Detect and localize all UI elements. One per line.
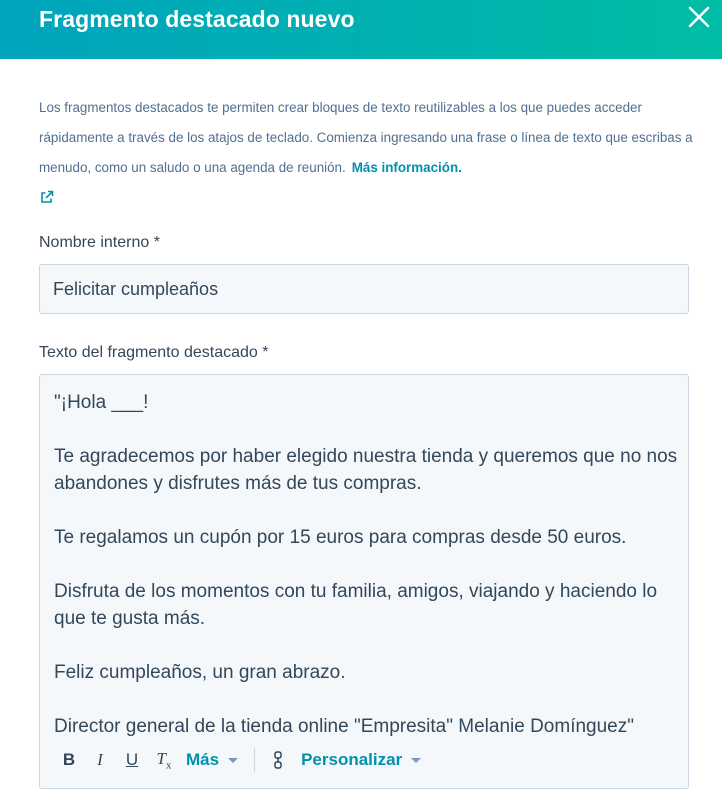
close-icon[interactable]: [684, 2, 714, 32]
internal-name-label: Nombre interno *: [39, 234, 160, 251]
internal-name-input[interactable]: [39, 264, 689, 314]
more-dropdown[interactable]: Más: [186, 750, 239, 770]
editor-paragraph: Te regalamos un cupón por 15 euros para …: [54, 527, 627, 548]
clear-format-icon: T: [156, 748, 166, 768]
underline-button[interactable]: U: [116, 750, 148, 770]
editor-paragraph: Disfruta de los momentos con tu familia,…: [54, 581, 658, 629]
clear-format-sub: x: [165, 759, 172, 772]
editor-paragraph: Director general de la tienda online "Em…: [54, 716, 634, 737]
bold-button[interactable]: B: [54, 750, 84, 770]
chevron-down-icon: [411, 757, 422, 763]
editor-paragraph: "¡Hola ___!: [54, 392, 149, 413]
italic-button[interactable]: I: [84, 750, 116, 770]
editor-paragraph: Te agradecemos por haber elegido nuestra…: [54, 446, 678, 494]
external-link-icon[interactable]: [39, 189, 55, 205]
intro-description: Los fragmentos destacados te permiten cr…: [39, 93, 694, 205]
dialog-title: Fragmento destacado nuevo: [39, 6, 355, 32]
snippet-icon[interactable]: [271, 751, 285, 769]
editor-paragraph: Feliz cumpleaños, un gran abrazo.: [54, 662, 346, 683]
snippet-text-label: Texto del fragmento destacado *: [39, 344, 269, 361]
snippet-text-content[interactable]: "¡Hola ___! Te agradecemos por haber ele…: [54, 389, 678, 740]
clear-format-button[interactable]: Tx: [148, 749, 180, 771]
dialog-header: Fragmento destacado nuevo: [0, 0, 722, 59]
editor-toolbar: B I U Tx Más Personalizar: [54, 747, 674, 773]
snippet-text-editor[interactable]: "¡Hola ___! Te agradecemos por haber ele…: [39, 374, 689, 789]
more-info-link[interactable]: Más información.: [352, 160, 462, 175]
more-dropdown-label: Más: [186, 750, 220, 769]
chevron-down-icon: [228, 757, 239, 763]
personalize-dropdown-label: Personalizar: [301, 750, 403, 769]
personalize-dropdown[interactable]: Personalizar: [301, 750, 422, 770]
toolbar-divider: [254, 748, 256, 772]
